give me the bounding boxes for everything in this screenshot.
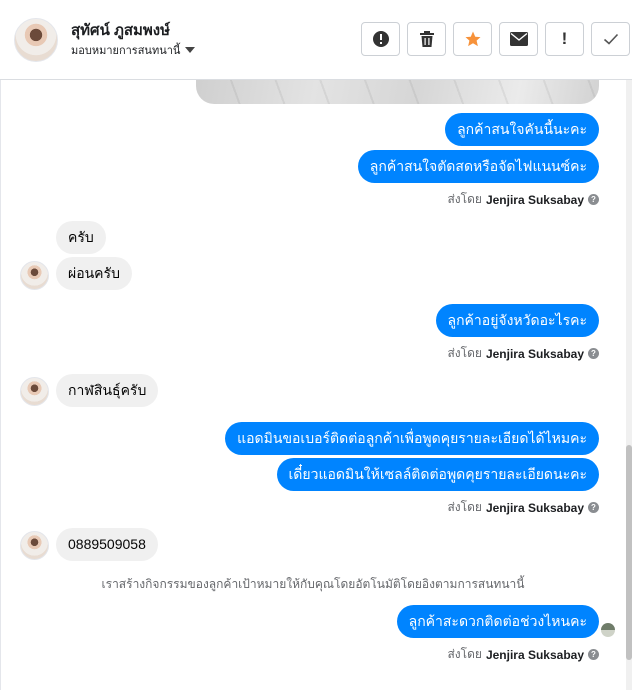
sender-name: Jenjira Suksabay	[485, 346, 584, 361]
exclamation-icon: !	[561, 29, 568, 48]
mark-done-button[interactable]	[591, 22, 630, 56]
help-icon[interactable]: ?	[588, 649, 599, 660]
contact-avatar-small	[20, 261, 49, 290]
check-icon	[603, 33, 618, 45]
outgoing-message[interactable]: ลูกค้าสนใจคันนี้นะคะ	[445, 113, 599, 146]
mark-unread-button[interactable]	[499, 22, 538, 56]
contact-name[interactable]: สุทัศน์ ภูสมพงษ์	[71, 18, 170, 42]
sender-name: Jenjira Suksabay	[485, 500, 584, 515]
assign-label: มอบหมายการสนทนานี้	[71, 45, 181, 57]
spam-button[interactable]	[361, 22, 400, 56]
seen-avatar-icon	[601, 623, 615, 637]
alert-circle-icon	[372, 31, 389, 47]
sender-name: Jenjira Suksabay	[485, 647, 584, 662]
outgoing-message[interactable]: เดี๋ยวแอดมินให้เซลล์ติดต่อพูดคุยรายละเอี…	[276, 458, 599, 491]
contact-avatar[interactable]	[14, 18, 58, 62]
help-icon[interactable]: ?	[588, 348, 599, 359]
outgoing-message[interactable]: ลูกค้าอยู่จังหวัดอะไรคะ	[435, 304, 599, 337]
conversation-toolbar: !	[361, 22, 630, 56]
sent-by-prefix: ส่งโดย	[447, 500, 482, 514]
envelope-icon	[509, 32, 528, 46]
delete-button[interactable]	[407, 22, 446, 56]
sender-name: Jenjira Suksabay	[485, 192, 584, 207]
caret-down-icon	[185, 47, 196, 53]
incoming-message[interactable]: ครับ	[56, 221, 106, 254]
contact-avatar-small	[20, 377, 49, 406]
sent-by-label: ส่งโดย Jenjira Suksabay ?	[447, 190, 599, 209]
sent-by-prefix: ส่งโดย	[447, 192, 482, 206]
outgoing-message[interactable]: แอดมินขอเบอร์ติดต่อลูกค้าเพื่อพูดคุยรายล…	[225, 422, 599, 455]
sent-by-label: ส่งโดย Jenjira Suksabay ?	[447, 498, 599, 517]
system-note: เราสร้างกิจกรรมของลูกค้าเป้าหมายให้กับคุ…	[101, 577, 525, 591]
assign-conversation-dropdown[interactable]: มอบหมายการสนทนานี้	[71, 41, 196, 59]
trash-icon	[419, 31, 434, 47]
scrollbar-thumb[interactable]	[626, 445, 632, 660]
incoming-message[interactable]: 0889509058	[56, 528, 158, 561]
follow-up-button[interactable]: !	[545, 22, 584, 56]
star-icon	[465, 31, 480, 47]
left-border	[0, 80, 1, 690]
incoming-message[interactable]: ผ่อนครับ	[56, 257, 132, 290]
sent-by-label: ส่งโดย Jenjira Suksabay ?	[447, 344, 599, 363]
help-icon[interactable]: ?	[588, 502, 599, 513]
outgoing-message[interactable]: ลูกค้าสะดวกติดต่อช่วงไหนคะ	[396, 605, 599, 638]
contact-avatar-small	[20, 531, 49, 560]
conversation-header: สุทัศน์ ภูสมพงษ์ มอบหมายการสนทนานี้ !	[0, 0, 632, 80]
star-button[interactable]	[453, 22, 492, 56]
outgoing-message[interactable]: ลูกค้าสนใจตัดสดหรือจัดไฟแนนซ์คะ	[357, 150, 599, 183]
sent-by-prefix: ส่งโดย	[447, 346, 482, 360]
sent-by-prefix: ส่งโดย	[447, 647, 482, 661]
incoming-message[interactable]: กาฬสินธุ์ครับ	[56, 374, 159, 407]
sent-by-label: ส่งโดย Jenjira Suksabay ?	[447, 645, 599, 664]
help-icon[interactable]: ?	[588, 194, 599, 205]
